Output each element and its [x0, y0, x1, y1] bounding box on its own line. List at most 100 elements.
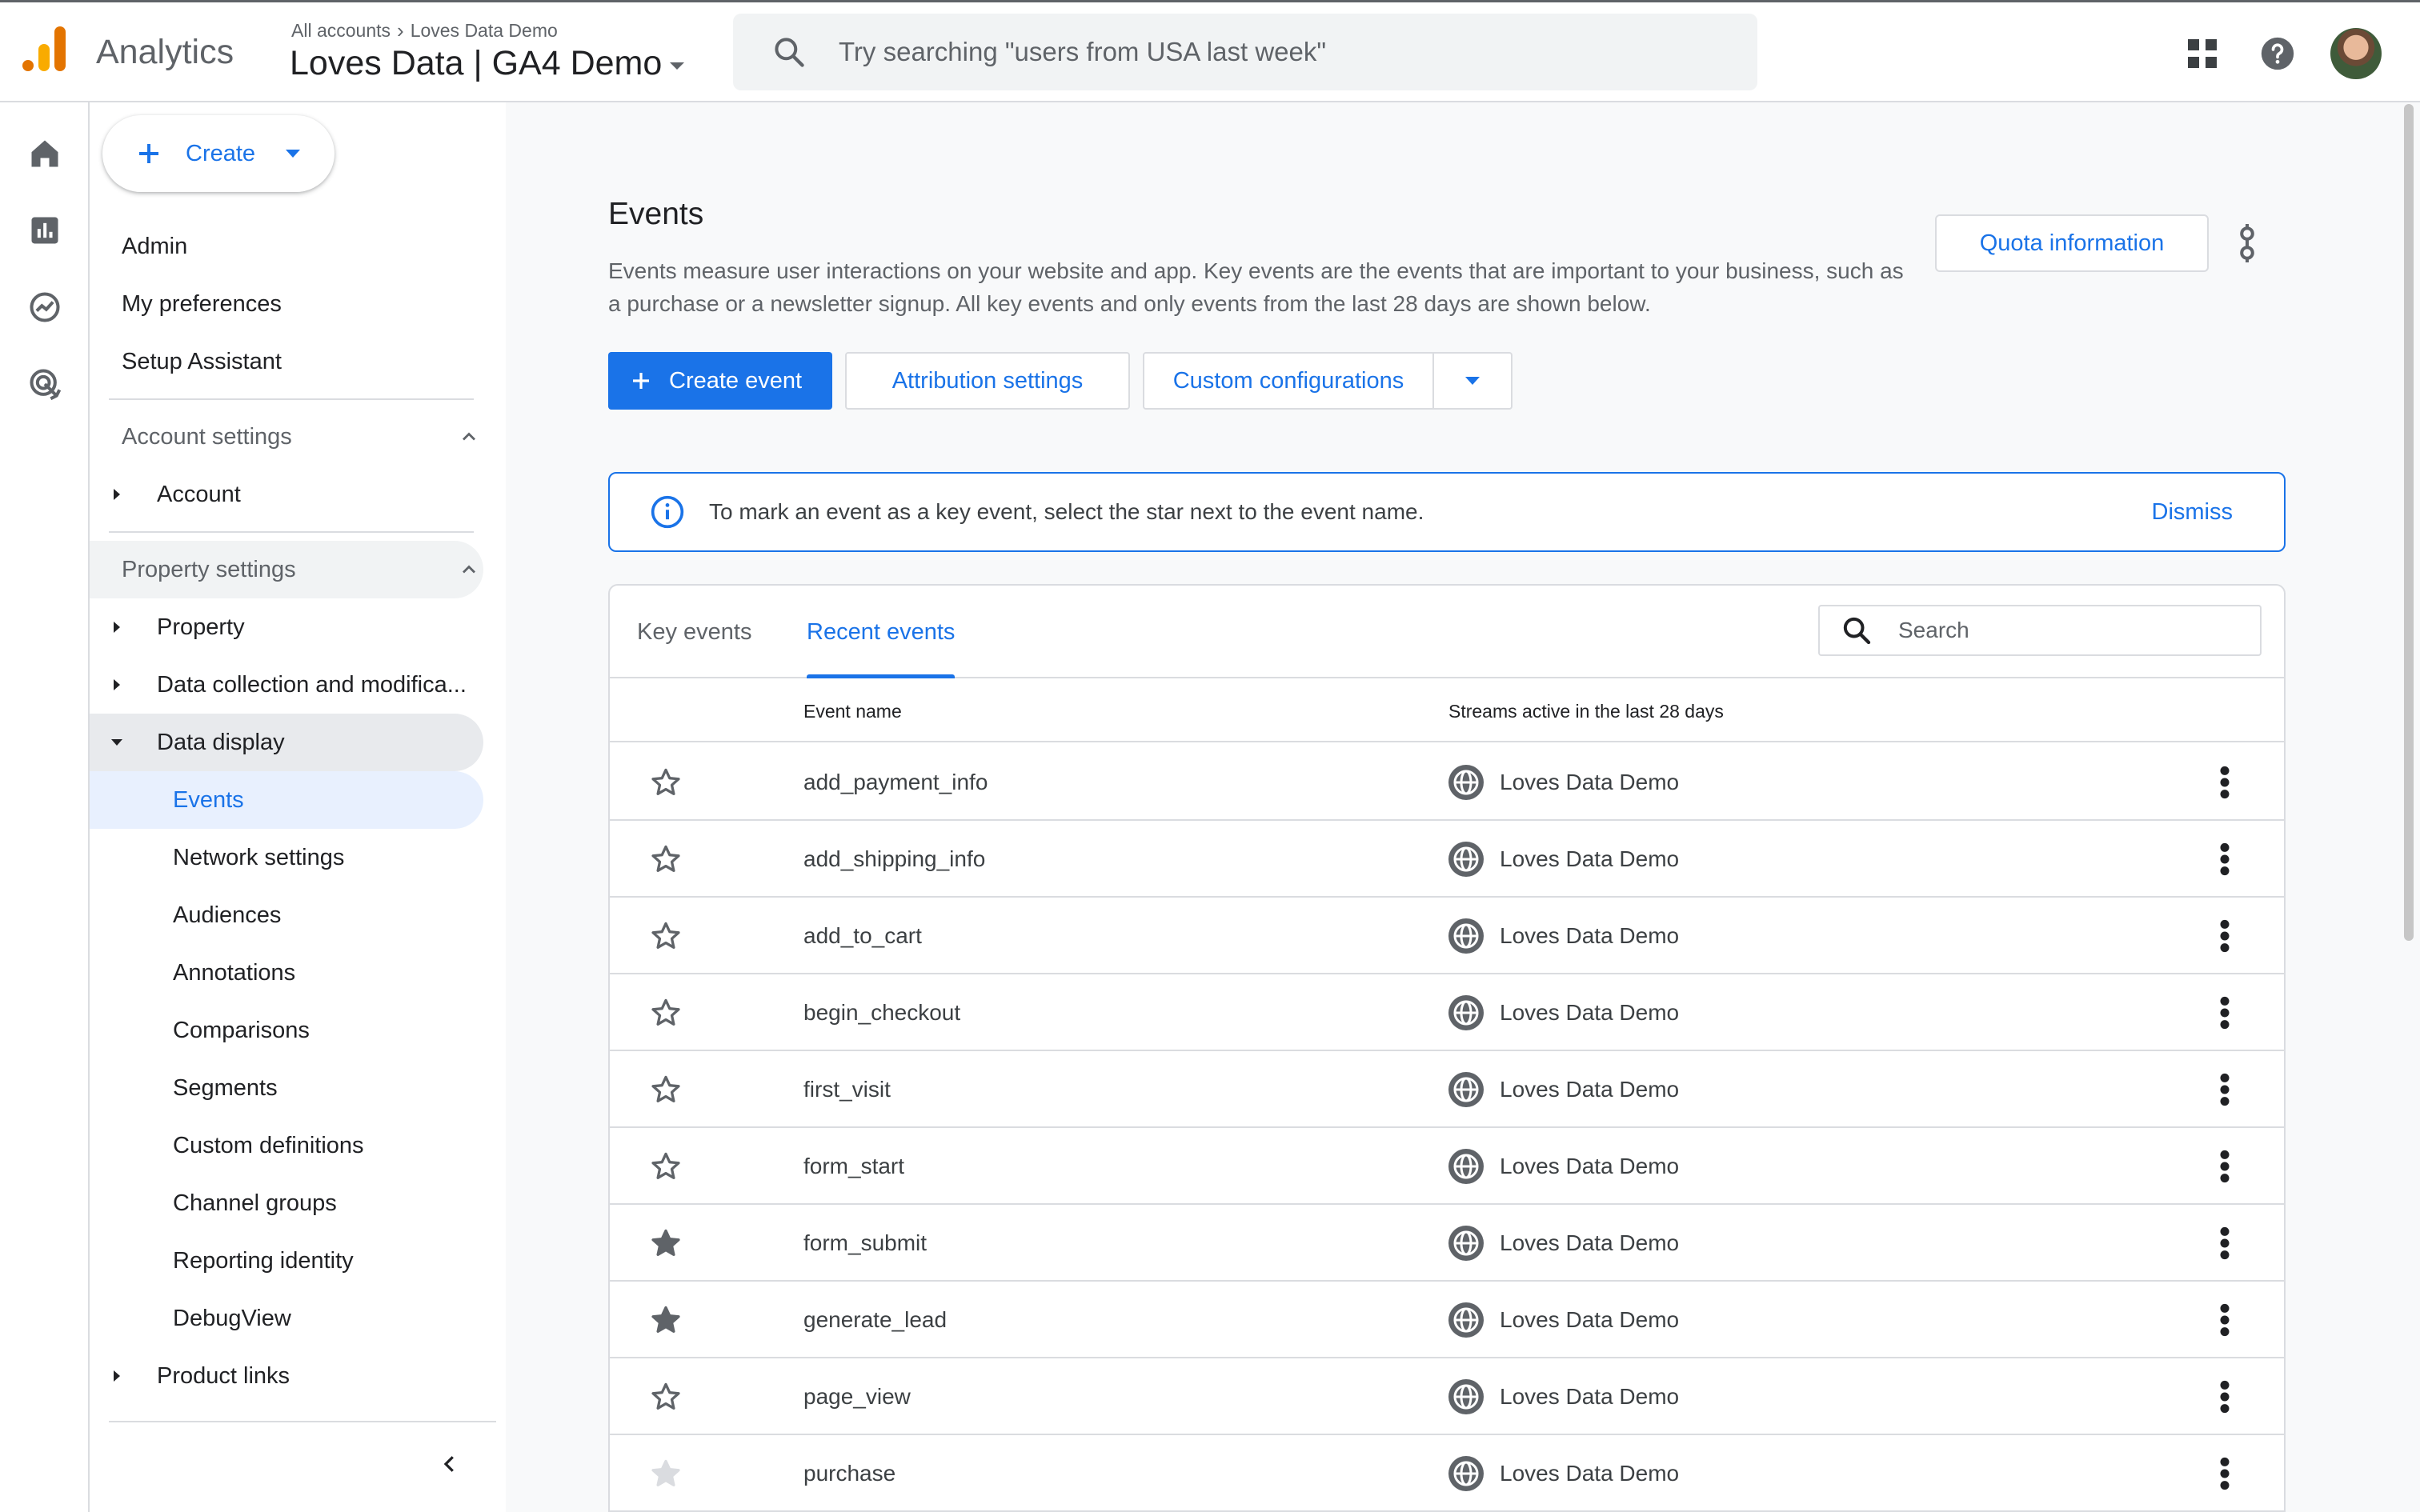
table-search-input[interactable] [1898, 618, 2250, 643]
events-tabs: Key events Recent events [610, 586, 2284, 678]
nav-network-settings[interactable]: Network settings [173, 829, 344, 886]
more-vert-icon[interactable] [2218, 1302, 2231, 1338]
globe-icon [1448, 1072, 1484, 1107]
apps-grid-icon[interactable] [2186, 38, 2218, 70]
nav-data-display[interactable]: Data display [106, 714, 285, 771]
chevron-up-icon [463, 565, 475, 574]
custom-configurations-dropdown[interactable] [1432, 352, 1512, 410]
quota-information-button[interactable]: Quota information [1935, 214, 2209, 272]
stream-name: Loves Data Demo [1500, 1154, 1680, 1178]
nav-debugview[interactable]: DebugView [173, 1290, 291, 1347]
star-icon[interactable] [648, 842, 683, 877]
nav-custom-definitions[interactable]: Custom definitions [173, 1117, 364, 1174]
create-button[interactable]: Create [102, 115, 335, 192]
home-icon[interactable] [27, 136, 62, 171]
table-row[interactable]: form_start Loves Data Demo [610, 1128, 2284, 1205]
more-vert-icon[interactable] [2218, 842, 2231, 877]
table-row[interactable]: begin_checkout Loves Data Demo [610, 974, 2284, 1051]
globe-icon [1448, 918, 1484, 954]
table-row[interactable]: add_shipping_info Loves Data Demo [610, 821, 2284, 898]
star-icon[interactable] [648, 1149, 683, 1184]
table-row[interactable]: purchase Loves Data Demo [610, 1435, 2284, 1512]
more-vert-icon[interactable] [2218, 1456, 2231, 1491]
page-description: Events measure user interactions on your… [608, 258, 1904, 316]
star-icon[interactable] [648, 995, 683, 1030]
nav-data-collection[interactable]: Data collection and modifica... [106, 656, 467, 714]
table-row[interactable]: page_view Loves Data Demo [610, 1358, 2284, 1435]
reports-icon[interactable] [27, 213, 62, 248]
star-icon[interactable] [648, 1226, 683, 1261]
caret-down-icon [286, 150, 301, 158]
column-event-name[interactable]: Event name [803, 701, 902, 722]
event-name: first_visit [803, 1077, 891, 1102]
analytics-logo[interactable] [22, 26, 67, 76]
scrollbar-thumb[interactable] [2404, 104, 2414, 941]
create-event-button[interactable]: Create event [608, 352, 832, 410]
nav-product-links[interactable]: Product links [106, 1347, 290, 1405]
nav-setup-assistant[interactable]: Setup Assistant [122, 333, 282, 390]
breadcrumb-account[interactable]: Loves Data Demo [411, 20, 558, 42]
star-icon[interactable] [648, 918, 683, 954]
attribution-settings-button[interactable]: Attribution settings [845, 352, 1130, 410]
more-vert-icon[interactable] [2218, 1379, 2231, 1414]
more-vert-icon[interactable] [2218, 1226, 2231, 1261]
nav-my-preferences[interactable]: My preferences [122, 275, 282, 333]
plus-icon [139, 144, 158, 163]
search-input[interactable] [839, 37, 1639, 67]
more-vert-icon[interactable] [2218, 995, 2231, 1030]
nav-segments[interactable]: Segments [173, 1059, 278, 1117]
star-icon[interactable] [648, 765, 683, 800]
help-icon[interactable] [2260, 36, 2295, 71]
breadcrumb-all-accounts[interactable]: All accounts [291, 20, 391, 42]
nav-account[interactable]: Account [106, 466, 241, 523]
globe-icon [1448, 1379, 1484, 1414]
nav-divider [109, 531, 474, 533]
star-icon [651, 1459, 680, 1486]
nav-audiences[interactable]: Audiences [173, 886, 281, 944]
column-streams: Streams active in the last 28 days [1448, 701, 1724, 722]
nav-reporting-identity[interactable]: Reporting identity [173, 1232, 354, 1290]
more-vert-icon[interactable] [2218, 765, 2231, 800]
property-selector[interactable]: Loves Data | GA4 Demo [290, 44, 685, 83]
global-search[interactable] [733, 14, 1757, 90]
advertising-icon[interactable] [27, 366, 62, 402]
star-icon[interactable] [648, 1072, 683, 1107]
nav-admin[interactable]: Admin [122, 218, 187, 275]
star-icon[interactable] [648, 1302, 683, 1338]
table-row[interactable]: add_to_cart Loves Data Demo [610, 898, 2284, 974]
table-row[interactable]: first_visit Loves Data Demo [610, 1051, 2284, 1128]
stream-name: Loves Data Demo [1500, 1000, 1680, 1025]
event-name: add_shipping_info [803, 846, 986, 871]
explore-icon[interactable] [27, 290, 62, 325]
event-name: generate_lead [803, 1307, 948, 1332]
event-name: add_payment_info [803, 770, 988, 794]
insights-icon[interactable] [2233, 224, 2262, 262]
nav-account-settings[interactable]: Account settings [122, 408, 480, 466]
collapse-nav-button[interactable] [429, 1443, 471, 1485]
caret-down-icon [1465, 377, 1480, 385]
globe-icon [1448, 1456, 1484, 1491]
dismiss-button[interactable]: Dismiss [2152, 499, 2234, 526]
nav-channel-groups[interactable]: Channel groups [173, 1174, 337, 1232]
tab-key-events[interactable]: Key events [637, 586, 751, 678]
stream-name: Loves Data Demo [1500, 1384, 1680, 1409]
avatar[interactable] [2330, 28, 2382, 79]
table-row[interactable]: form_submit Loves Data Demo [610, 1205, 2284, 1282]
tab-recent-events[interactable]: Recent events [807, 586, 956, 678]
nav-property[interactable]: Property [106, 598, 245, 656]
event-name: page_view [803, 1384, 911, 1409]
nav-comparisons[interactable]: Comparisons [173, 1002, 310, 1059]
stream-name: Loves Data Demo [1500, 1230, 1680, 1255]
more-vert-icon[interactable] [2218, 1072, 2231, 1107]
chevron-left-icon [443, 1456, 454, 1472]
more-vert-icon[interactable] [2218, 918, 2231, 954]
nav-property-settings[interactable]: Property settings [122, 541, 480, 598]
nav-events[interactable]: Events [173, 771, 244, 829]
table-row[interactable]: generate_lead Loves Data Demo [610, 1282, 2284, 1358]
nav-annotations[interactable]: Annotations [173, 944, 295, 1002]
custom-configurations-button[interactable]: Custom configurations [1143, 352, 1434, 410]
more-vert-icon[interactable] [2218, 1149, 2231, 1184]
table-row[interactable]: add_payment_info Loves Data Demo [610, 744, 2284, 821]
table-search[interactable] [1818, 605, 2262, 656]
star-icon[interactable] [648, 1379, 683, 1414]
